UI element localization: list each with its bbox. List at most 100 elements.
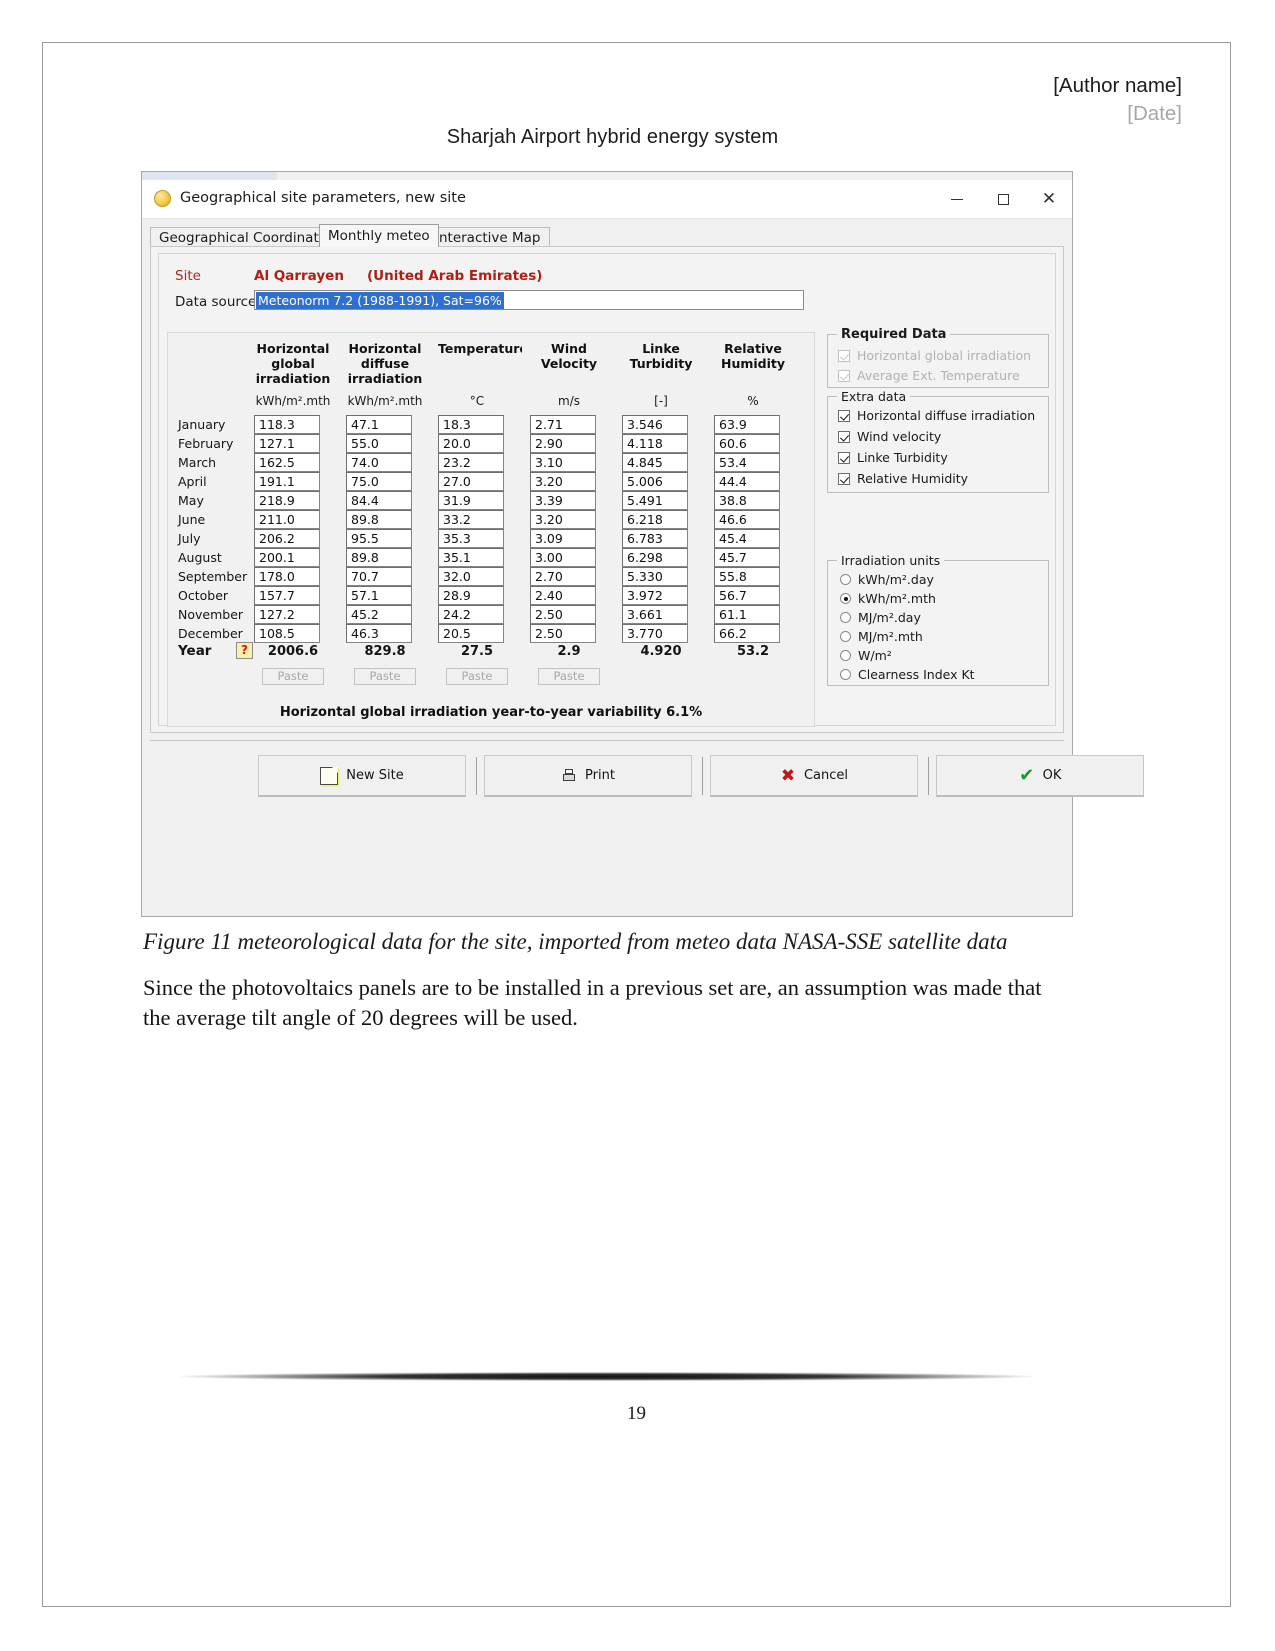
cell-june-1[interactable]: 89.8	[346, 510, 412, 529]
cell-march-4[interactable]: 4.845	[622, 453, 688, 472]
cell-august-3[interactable]: 3.00	[530, 548, 596, 567]
cell-february-2[interactable]: 20.0	[438, 434, 504, 453]
cell-november-1[interactable]: 45.2	[346, 605, 412, 624]
cell-december-4[interactable]: 3.770	[622, 624, 688, 643]
cell-may-0[interactable]: 218.9	[254, 491, 320, 510]
radio-kwh-m2-mth[interactable]: kWh/m².mth	[840, 591, 936, 607]
cell-january-5[interactable]: 63.9	[714, 415, 780, 434]
cell-july-1[interactable]: 95.5	[346, 529, 412, 548]
cell-february-5[interactable]: 60.6	[714, 434, 780, 453]
cell-october-0[interactable]: 157.7	[254, 586, 320, 605]
cell-november-0[interactable]: 127.2	[254, 605, 320, 624]
paste-button-0[interactable]: Paste	[262, 668, 324, 685]
cell-october-3[interactable]: 2.40	[530, 586, 596, 605]
close-button[interactable]: ✕	[1026, 180, 1072, 218]
cell-may-3[interactable]: 3.39	[530, 491, 596, 510]
help-icon[interactable]: ?	[236, 642, 253, 659]
cell-june-3[interactable]: 3.20	[530, 510, 596, 529]
cell-february-1[interactable]: 55.0	[346, 434, 412, 453]
checkbox-relative-humidity[interactable]: Relative Humidity	[838, 471, 968, 487]
radio-mj-m2-mth[interactable]: MJ/m².mth	[840, 629, 923, 645]
cell-january-4[interactable]: 3.546	[622, 415, 688, 434]
cell-march-2[interactable]: 23.2	[438, 453, 504, 472]
cell-may-2[interactable]: 31.9	[438, 491, 504, 510]
cell-april-2[interactable]: 27.0	[438, 472, 504, 491]
cell-september-4[interactable]: 5.330	[622, 567, 688, 586]
cell-may-5[interactable]: 38.8	[714, 491, 780, 510]
cell-october-5[interactable]: 56.7	[714, 586, 780, 605]
cell-june-2[interactable]: 33.2	[438, 510, 504, 529]
cell-september-1[interactable]: 70.7	[346, 567, 412, 586]
radio-w-m2[interactable]: W/m²	[840, 648, 892, 664]
cell-august-4[interactable]: 6.298	[622, 548, 688, 567]
cell-november-5[interactable]: 61.1	[714, 605, 780, 624]
cell-december-3[interactable]: 2.50	[530, 624, 596, 643]
cell-november-2[interactable]: 24.2	[438, 605, 504, 624]
cell-august-1[interactable]: 89.8	[346, 548, 412, 567]
cell-august-0[interactable]: 200.1	[254, 548, 320, 567]
cell-april-0[interactable]: 191.1	[254, 472, 320, 491]
cell-march-0[interactable]: 162.5	[254, 453, 320, 472]
cell-september-0[interactable]: 178.0	[254, 567, 320, 586]
cell-december-1[interactable]: 46.3	[346, 624, 412, 643]
cell-january-0[interactable]: 118.3	[254, 415, 320, 434]
tab-interactive-map[interactable]: Interactive Map	[426, 227, 550, 246]
row-label-october: October	[178, 588, 229, 603]
cell-september-3[interactable]: 2.70	[530, 567, 596, 586]
cell-august-2[interactable]: 35.1	[438, 548, 504, 567]
cell-september-2[interactable]: 32.0	[438, 567, 504, 586]
cell-march-5[interactable]: 53.4	[714, 453, 780, 472]
print-button[interactable]: Print	[484, 755, 692, 797]
tab-monthly-meteo[interactable]: Monthly meteo	[319, 224, 439, 247]
cell-april-4[interactable]: 5.006	[622, 472, 688, 491]
cell-december-5[interactable]: 66.2	[714, 624, 780, 643]
cell-july-3[interactable]: 3.09	[530, 529, 596, 548]
cell-october-1[interactable]: 57.1	[346, 586, 412, 605]
cell-may-4[interactable]: 5.491	[622, 491, 688, 510]
cell-march-1[interactable]: 74.0	[346, 453, 412, 472]
paste-button-2[interactable]: Paste	[446, 668, 508, 685]
checkbox-linke-turbidity[interactable]: Linke Turbidity	[838, 450, 948, 466]
cell-february-4[interactable]: 4.118	[622, 434, 688, 453]
cell-june-5[interactable]: 46.6	[714, 510, 780, 529]
cell-may-1[interactable]: 84.4	[346, 491, 412, 510]
paste-button-3[interactable]: Paste	[538, 668, 600, 685]
ok-button[interactable]: ✔ OK	[936, 755, 1144, 797]
cell-june-4[interactable]: 6.218	[622, 510, 688, 529]
cell-april-1[interactable]: 75.0	[346, 472, 412, 491]
checkbox-wind-velocity[interactable]: Wind velocity	[838, 429, 941, 445]
cell-december-0[interactable]: 108.5	[254, 624, 320, 643]
cell-august-5[interactable]: 45.7	[714, 548, 780, 567]
cell-march-3[interactable]: 3.10	[530, 453, 596, 472]
cell-july-2[interactable]: 35.3	[438, 529, 504, 548]
cell-july-4[interactable]: 6.783	[622, 529, 688, 548]
ok-button-label: OK	[1042, 768, 1062, 783]
cell-january-1[interactable]: 47.1	[346, 415, 412, 434]
cancel-button[interactable]: ✖ Cancel	[710, 755, 918, 797]
radio-mj-m2-day[interactable]: MJ/m².day	[840, 610, 921, 626]
paste-button-1[interactable]: Paste	[354, 668, 416, 685]
cell-january-3[interactable]: 2.71	[530, 415, 596, 434]
data-source-input[interactable]: Meteonorm 7.2 (1988-1991), Sat=96%	[254, 290, 804, 310]
cell-february-3[interactable]: 2.90	[530, 434, 596, 453]
cell-december-2[interactable]: 20.5	[438, 624, 504, 643]
cell-november-4[interactable]: 3.661	[622, 605, 688, 624]
checkbox-horizontal-diffuse-irradiation[interactable]: Horizontal diffuse irradiation	[838, 408, 1035, 424]
radio-kwh-m2-day[interactable]: kWh/m².day	[840, 572, 934, 588]
cell-april-5[interactable]: 44.4	[714, 472, 780, 491]
cell-july-0[interactable]: 206.2	[254, 529, 320, 548]
new-site-button[interactable]: New Site	[258, 755, 466, 797]
cell-july-5[interactable]: 45.4	[714, 529, 780, 548]
cell-april-3[interactable]: 3.20	[530, 472, 596, 491]
cell-june-0[interactable]: 211.0	[254, 510, 320, 529]
cell-january-2[interactable]: 18.3	[438, 415, 504, 434]
minimize-button[interactable]	[934, 180, 980, 218]
cell-october-4[interactable]: 3.972	[622, 586, 688, 605]
maximize-button[interactable]	[980, 180, 1026, 218]
cell-september-5[interactable]: 55.8	[714, 567, 780, 586]
cell-october-2[interactable]: 28.9	[438, 586, 504, 605]
cell-november-3[interactable]: 2.50	[530, 605, 596, 624]
cell-february-0[interactable]: 127.1	[254, 434, 320, 453]
tab-geographical-coordinates[interactable]: Geographical Coordinates	[150, 227, 344, 246]
radio-clearness-index-kt[interactable]: Clearness Index Kt	[840, 667, 975, 683]
